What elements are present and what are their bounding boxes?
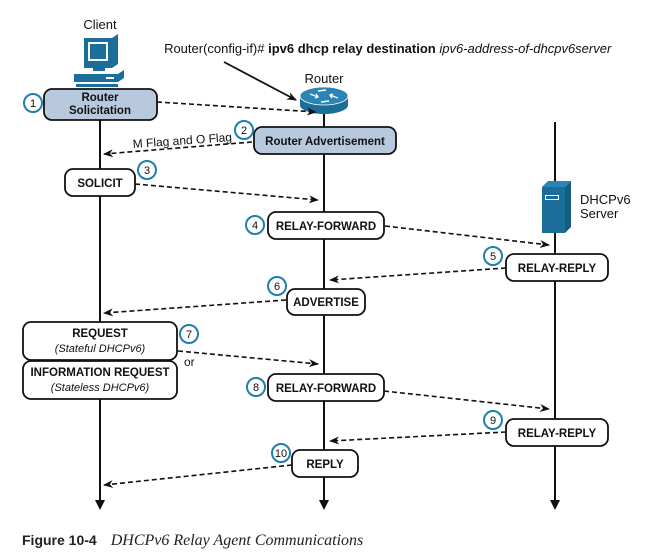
step-5-relay-reply: RELAY-REPLY [505, 253, 609, 282]
step-7-label: REQUEST [72, 328, 128, 340]
command-pointer-arrow [223, 61, 297, 101]
step-9-label: RELAY-REPLY [518, 428, 597, 440]
step-10-reply: REPLY [291, 449, 359, 478]
step-6-label: ADVERTISE [293, 297, 359, 309]
client-lifeline-arrowhead [95, 500, 105, 510]
step-1-number: 1 [23, 93, 43, 113]
arrow-relay-forward-2 [383, 390, 550, 413]
command-prefix: Router(config-if)# [164, 41, 268, 56]
step-6-number: 6 [267, 276, 287, 296]
server-lifeline-arrowhead [550, 500, 560, 510]
step-3-label: SOLICIT [77, 178, 122, 190]
step-1-label-line2: Solicitation [69, 105, 131, 117]
step-4-label: RELAY-FORWARD [276, 221, 376, 233]
step-1-label-line1: Router [81, 92, 119, 104]
arrow-advertise [103, 299, 287, 317]
client-computer-icon [74, 34, 124, 87]
step-10-label: REPLY [306, 459, 344, 471]
step-2-label: Router Advertisement [265, 136, 385, 148]
step-7-alt-sublabel: (Stateless DHCPv6) [51, 382, 150, 394]
command-argument: ipv6-address-of-dhcpv6server [436, 41, 612, 56]
step-8-number: 8 [246, 377, 266, 397]
step-6-advertise: ADVERTISE [286, 288, 366, 316]
caption-label: Figure 10-4 [22, 532, 97, 548]
step-5-label: RELAY-REPLY [518, 263, 597, 275]
server-label-line2: Server [580, 206, 619, 221]
router-icon [299, 86, 349, 114]
step-1-router-solicitation: Router Solicitation [43, 88, 158, 121]
arrow-request [177, 350, 319, 368]
step-4-relay-forward: RELAY-FORWARD [267, 211, 385, 240]
svg-text:3: 3 [144, 165, 150, 177]
step-10-number: 10 [271, 443, 291, 463]
step-9-relay-reply: RELAY-REPLY [505, 418, 609, 447]
svg-text:7: 7 [186, 329, 192, 341]
step-7-information-request: INFORMATION REQUEST (Stateless DHCPv6) [22, 360, 178, 400]
arrow-router-solicitation [156, 101, 317, 116]
step-2-router-advertisement: Router Advertisement [253, 126, 397, 155]
router-lifeline-arrowhead [319, 500, 329, 510]
svg-text:2: 2 [241, 125, 247, 137]
arrow-relay-reply-2 [329, 431, 507, 445]
command-keyword: ipv6 dhcp relay destination [268, 41, 436, 56]
arrow-relay-reply-1 [329, 267, 507, 284]
step-2-number: 2 [234, 120, 254, 140]
svg-text:6: 6 [274, 281, 280, 293]
figure-caption: Figure 10-4 DHCPv6 Relay Agent Communicat… [22, 532, 363, 549]
svg-text:5: 5 [490, 251, 496, 263]
step-7-sublabel: (Stateful DHCPv6) [55, 343, 146, 355]
server-label-line1: DHCPv6 [580, 192, 631, 207]
client-label: Client [83, 17, 117, 32]
step-8-label: RELAY-FORWARD [276, 383, 376, 395]
svg-text:1: 1 [30, 98, 36, 110]
arrow-solicit [134, 183, 319, 204]
step-7-request: REQUEST (Stateful DHCPv6) [22, 321, 178, 361]
svg-text:4: 4 [252, 220, 258, 232]
arrow-reply [103, 464, 293, 489]
arrow-relay-forward-1 [384, 225, 550, 248]
svg-text:9: 9 [490, 415, 496, 427]
dhcpv6-server-icon [542, 181, 571, 233]
step-8-relay-forward: RELAY-FORWARD [267, 373, 385, 402]
router-label: Router [304, 71, 344, 86]
step-7-or-label: or [184, 355, 195, 369]
step-3-number: 3 [137, 160, 157, 180]
step-4-number: 4 [245, 215, 265, 235]
step-3-solicit: SOLICIT [64, 168, 136, 197]
relay-command: Router(config-if)# ipv6 dhcp relay desti… [146, 41, 622, 56]
step-5-number: 5 [483, 246, 503, 266]
step-7-number: 7 [179, 324, 199, 344]
dhcpv6-relay-diagram: Client Router(config-if)# ipv6 dhcp rela… [22, 17, 631, 549]
step-7-alt-label: INFORMATION REQUEST [30, 367, 169, 379]
caption-title: DHCPv6 Relay Agent Communications [110, 532, 364, 549]
svg-text:10: 10 [275, 448, 287, 460]
step-2-annotation: M Flag and O Flag [132, 130, 232, 151]
svg-text:8: 8 [253, 382, 259, 394]
step-9-number: 9 [483, 410, 503, 430]
